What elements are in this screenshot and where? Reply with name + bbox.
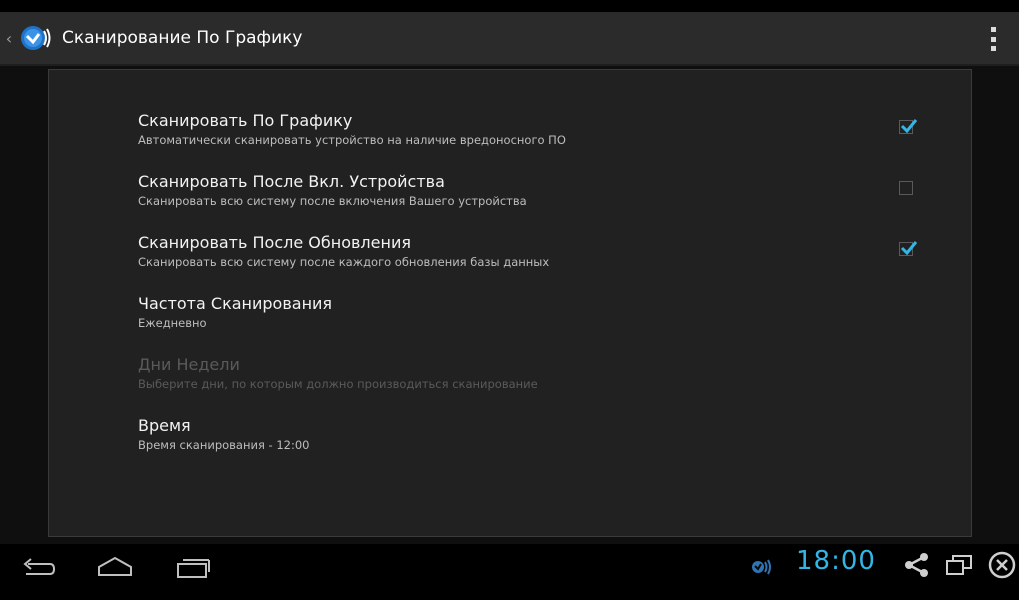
share-icon[interactable] bbox=[904, 552, 930, 578]
up-caret-icon[interactable]: ‹ bbox=[2, 29, 16, 48]
top-strip bbox=[0, 0, 1019, 12]
pref-title: Дни Недели bbox=[138, 355, 240, 374]
pref-title: Сканировать По Графику bbox=[138, 111, 353, 130]
pref-days-of-week: Дни Недели Выберите дни, по которым долж… bbox=[138, 355, 898, 392]
scheduled-scan-checkbox[interactable] bbox=[899, 119, 918, 134]
back-icon[interactable] bbox=[20, 554, 58, 582]
pref-title: Сканировать После Обновления bbox=[138, 233, 411, 252]
pref-summary: Автоматически сканировать устройство на … bbox=[138, 133, 566, 147]
checkmark-icon bbox=[900, 119, 918, 134]
pref-scan-time[interactable]: Время Время сканирования - 12:00 bbox=[138, 416, 898, 453]
pref-summary: Сканировать всю систему после включения … bbox=[138, 194, 527, 208]
pref-title: Время bbox=[138, 416, 191, 435]
checkmark-icon bbox=[900, 241, 918, 256]
pref-scan-on-boot[interactable]: Сканировать После Вкл. Устройства Сканир… bbox=[138, 172, 898, 209]
pref-scheduled-scan[interactable]: Сканировать По Графику Автоматически ска… bbox=[138, 111, 898, 148]
pref-summary: Время сканирования - 12:00 bbox=[138, 438, 310, 452]
recent-apps-icon[interactable] bbox=[174, 554, 212, 582]
overflow-menu-icon[interactable] bbox=[989, 27, 997, 51]
pref-title: Частота Сканирования bbox=[138, 294, 333, 313]
pref-scan-frequency[interactable]: Частота Сканирования Ежедневно bbox=[138, 294, 898, 331]
pref-summary: Выберите дни, по которым должно производ… bbox=[138, 377, 538, 391]
page-title: Сканирование По Графику bbox=[62, 28, 303, 48]
pref-summary: Ежедневно bbox=[138, 316, 207, 330]
status-clock[interactable]: 18:00 bbox=[796, 546, 876, 576]
home-icon[interactable] bbox=[96, 554, 134, 582]
window-icon[interactable] bbox=[944, 552, 974, 578]
scan-after-update-checkbox[interactable] bbox=[899, 241, 918, 256]
settings-panel: Сканировать По Графику Автоматически ска… bbox=[48, 69, 972, 537]
pref-scan-after-update[interactable]: Сканировать После Обновления Сканировать… bbox=[138, 233, 898, 270]
close-icon[interactable] bbox=[987, 550, 1017, 580]
app-notification-icon[interactable] bbox=[748, 556, 774, 578]
pref-title: Сканировать После Вкл. Устройства bbox=[138, 172, 445, 191]
action-bar: ‹ Сканирование По Графику bbox=[0, 12, 1019, 66]
scan-on-boot-checkbox[interactable] bbox=[899, 181, 913, 195]
app-logo-icon[interactable] bbox=[18, 20, 54, 56]
pref-summary: Сканировать всю систему после каждого об… bbox=[138, 255, 550, 269]
